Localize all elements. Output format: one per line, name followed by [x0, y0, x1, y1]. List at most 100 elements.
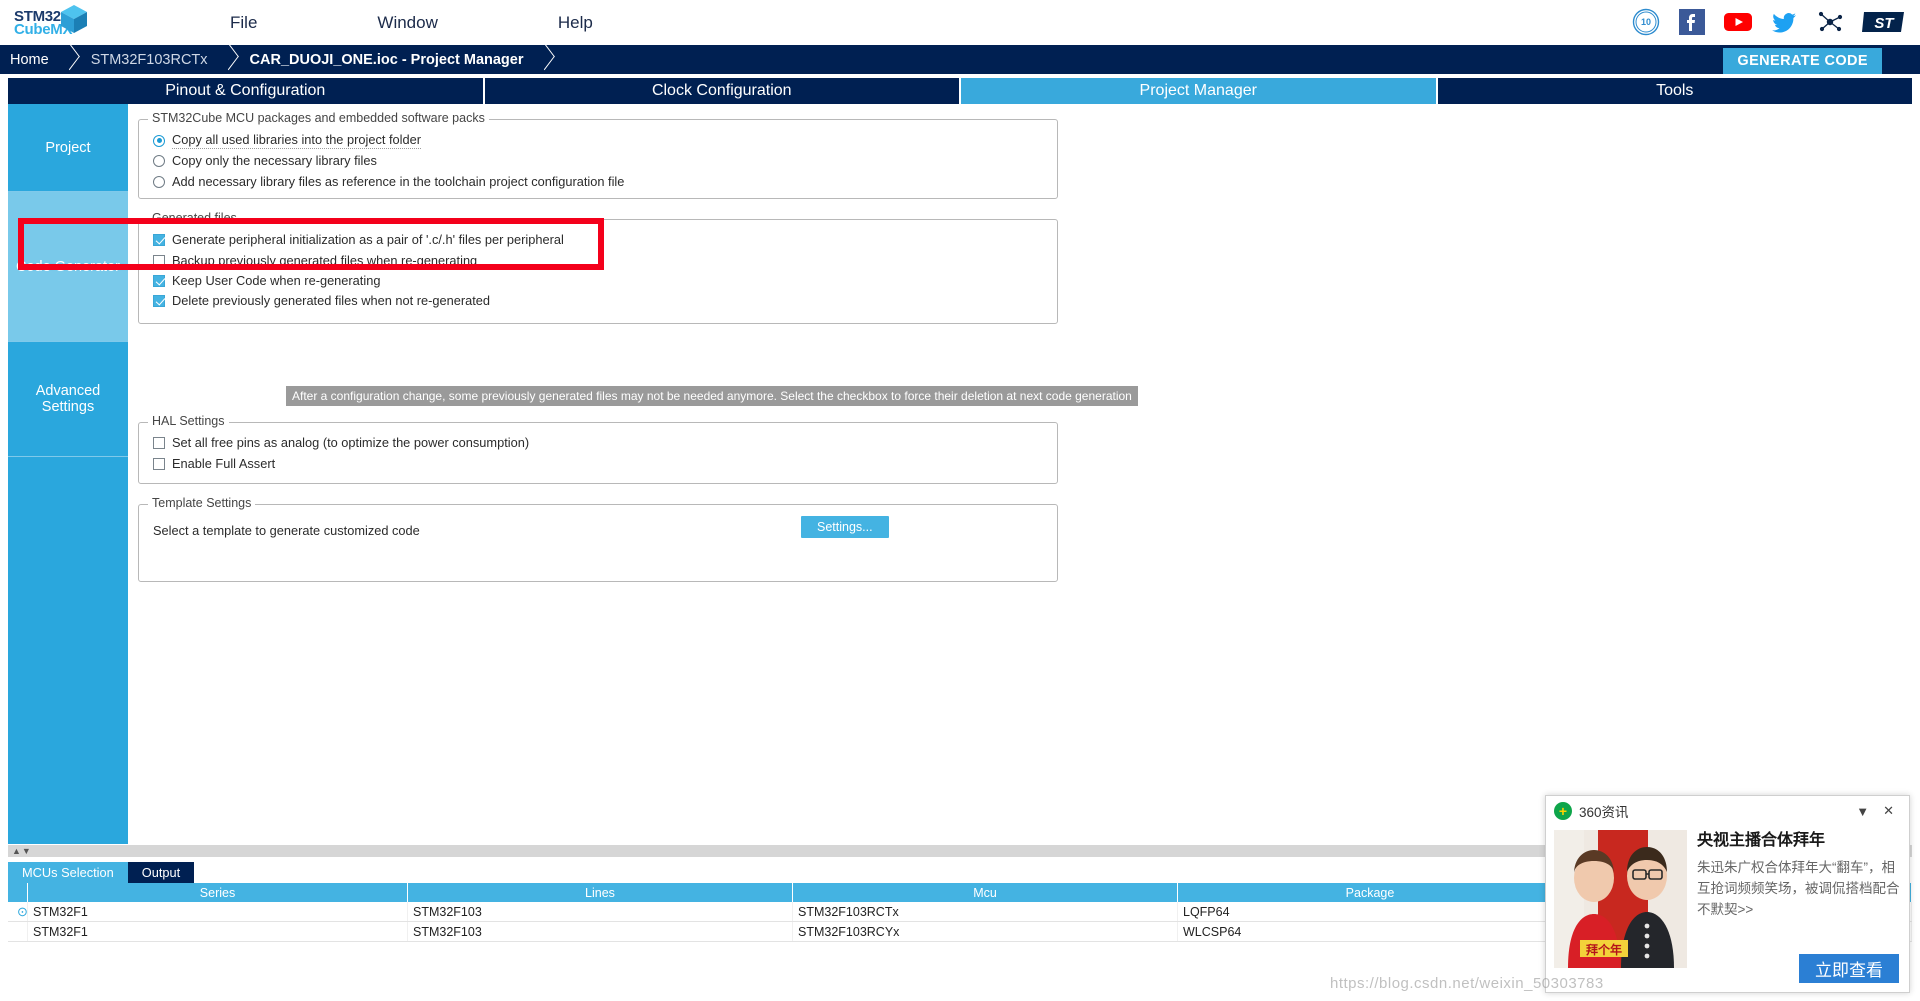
tab-project-manager[interactable]: Project Manager [961, 78, 1438, 104]
breadcrumb: Home STM32F103RCTx CAR_DUOJI_ONE.ioc - P… [0, 45, 1920, 74]
stm32cubemx-window: STM32 CubeMX File Window Help 10 ST Home… [0, 0, 1920, 1001]
360-news-popup: + 360资讯 ▼ ✕ 拜个年 央视主播合体拜年 朱迅朱广权合体拜年大“翻车”，… [1545, 795, 1910, 993]
radio-indicator-off [153, 154, 165, 167]
checkbox-delete-generated-files-label: Delete previously generated files when n… [172, 293, 490, 308]
svg-text:ST: ST [1874, 15, 1895, 32]
checkbox-indicator-unchecked [153, 254, 165, 267]
checkbox-indicator-unchecked [153, 457, 165, 470]
sidebar-item-advanced-settings[interactable]: Advanced Settings [8, 342, 128, 457]
ten-years-badge-icon[interactable]: 10 [1630, 6, 1662, 38]
ad-headline[interactable]: 央视主播合体拜年 [1697, 830, 1901, 852]
menu-file[interactable]: File [230, 13, 257, 33]
tab-clock-configuration[interactable]: Clock Configuration [484, 78, 961, 104]
app-logo: STM32 CubeMX [10, 2, 90, 44]
radio-copy-necessary-libraries-label: Copy only the necessary library files [172, 153, 377, 168]
project-manager-sidebar: Project Code Generator Advanced Settings [8, 104, 128, 844]
sidebar-filler [8, 457, 128, 842]
group-hal-settings-title: HAL Settings [148, 414, 229, 428]
menu-help[interactable]: Help [558, 13, 593, 33]
community-network-icon[interactable] [1814, 6, 1846, 38]
ad-text-block: 央视主播合体拜年 朱迅朱广权合体拜年大“翻车”，相互抢词频频笑场，被调侃搭档配合… [1687, 830, 1901, 968]
group-mcu-packages-title: STM32Cube MCU packages and embedded soft… [148, 111, 489, 125]
tab-mcus-selection[interactable]: MCUs Selection [8, 862, 128, 883]
table-header-series[interactable]: Series [28, 883, 408, 902]
breadcrumb-mcu[interactable]: STM32F103RCTx [81, 52, 218, 68]
popup-header: + 360资讯 ▼ ✕ [1546, 796, 1909, 826]
table-header-lines[interactable]: Lines [408, 883, 793, 902]
main-tabs: Pinout & Configuration Clock Configurati… [8, 78, 1912, 104]
checkbox-indicator-unchecked [153, 436, 165, 449]
radio-indicator-on [153, 134, 165, 147]
checkbox-backup-generated-files[interactable]: Backup previously generated files when r… [153, 253, 477, 268]
checkbox-set-free-pins-analog-label: Set all free pins as analog (to optimize… [172, 435, 530, 450]
checkbox-indicator-checked [153, 274, 165, 287]
popup-body: 拜个年 央视主播合体拜年 朱迅朱广权合体拜年大“翻车”，相互抢词频频笑场，被调侃… [1546, 826, 1909, 968]
chevron-right-icon [218, 45, 240, 74]
facebook-icon[interactable] [1676, 6, 1708, 38]
group-generated-files-title: Generated files [148, 211, 241, 225]
selected-check-icon: ⊙ [17, 903, 28, 919]
group-hal-settings: HAL Settings Set all free pins as analog… [138, 414, 1058, 484]
cell-package: LQFP64 [1178, 902, 1563, 921]
menu-items: File Window Help [230, 0, 593, 45]
checkbox-generate-peripheral-init[interactable]: Generate peripheral initialization as a … [153, 232, 564, 247]
table-header-select [8, 883, 28, 902]
checkbox-enable-full-assert-label: Enable Full Assert [172, 456, 276, 471]
tab-output[interactable]: Output [127, 862, 195, 883]
breadcrumb-home[interactable]: Home [0, 52, 59, 68]
radio-add-library-reference[interactable]: Add necessary library files as reference… [153, 174, 624, 189]
popup-title: 360资讯 [1579, 805, 1629, 820]
checkbox-enable-full-assert[interactable]: Enable Full Assert [153, 456, 275, 471]
cell-package: WLCSP64 [1178, 922, 1563, 941]
cell-series: STM32F1 [28, 922, 408, 941]
menu-bar: STM32 CubeMX File Window Help 10 ST [0, 0, 1920, 45]
checkbox-indicator-checked [153, 294, 165, 307]
splitter-arrows-icon[interactable]: ▲▼ [12, 846, 32, 856]
group-generated-files: Generated files Generate peripheral init… [138, 211, 1058, 324]
radio-add-library-reference-label: Add necessary library files as reference… [172, 174, 625, 189]
checkbox-backup-generated-files-label: Backup previously generated files when r… [172, 253, 478, 268]
st-logo-icon[interactable]: ST [1860, 6, 1908, 38]
table-header-package[interactable]: Package [1178, 883, 1563, 902]
chevron-down-icon[interactable]: ▼ [1849, 804, 1876, 819]
youtube-icon[interactable] [1722, 6, 1754, 38]
table-header-mcu[interactable]: Mcu [793, 883, 1178, 902]
checkbox-set-free-pins-analog[interactable]: Set all free pins as analog (to optimize… [153, 435, 529, 450]
checkbox-delete-generated-files[interactable]: Delete previously generated files when n… [153, 293, 490, 308]
delete-generated-files-tooltip: After a configuration change, some previ… [286, 386, 1138, 406]
svg-text:10: 10 [1641, 17, 1651, 27]
menu-window[interactable]: Window [377, 13, 437, 33]
checkbox-keep-user-code[interactable]: Keep User Code when re-generating [153, 273, 380, 288]
code-generator-panel: STM32Cube MCU packages and embedded soft… [128, 104, 1912, 844]
radio-copy-all-libraries-label: Copy all used libraries into the project… [172, 132, 421, 149]
ad-view-now-button[interactable]: 立即查看 [1799, 954, 1899, 983]
watermark-text: https://blog.csdn.net/weixin_50303783 [1330, 975, 1604, 992]
template-settings-button[interactable]: Settings... [801, 516, 889, 538]
group-template-settings-title: Template Settings [148, 496, 256, 510]
tab-tools[interactable]: Tools [1437, 78, 1912, 104]
radio-copy-necessary-libraries[interactable]: Copy only the necessary library files [153, 153, 377, 168]
group-template-settings: Template Settings Select a template to g… [138, 496, 1058, 582]
ad-description: 朱迅朱广权合体拜年大“翻车”，相互抢词频频笑场，被调侃搭档配合不默契>> [1697, 860, 1900, 917]
checkbox-indicator-checked [153, 233, 165, 246]
cell-mcu: STM32F103RCYx [793, 922, 1178, 941]
row-select-indicator[interactable]: ⊙ [8, 902, 28, 921]
sidebar-item-project[interactable]: Project [8, 104, 128, 192]
checkbox-generate-peripheral-init-label: Generate peripheral initialization as a … [172, 232, 564, 247]
social-links: 10 ST [1630, 6, 1908, 38]
chevron-right-icon [59, 45, 81, 74]
cell-lines: STM32F103 [408, 902, 793, 921]
row-select-indicator[interactable] [8, 922, 28, 941]
twitter-icon[interactable] [1768, 6, 1800, 38]
checkbox-keep-user-code-label: Keep User Code when re-generating [172, 273, 381, 288]
close-icon[interactable]: ✕ [1876, 803, 1901, 819]
radio-copy-all-libraries[interactable]: Copy all used libraries into the project… [153, 132, 421, 149]
generate-code-button[interactable]: GENERATE CODE [1723, 48, 1882, 74]
cell-lines: STM32F103 [408, 922, 793, 941]
svg-text:拜个年: 拜个年 [1586, 942, 1622, 957]
sidebar-item-code-generator[interactable]: Code Generator [8, 192, 128, 342]
bottom-tabs: MCUs Selection Output [8, 862, 195, 883]
tab-pinout-configuration[interactable]: Pinout & Configuration [8, 78, 485, 104]
ad-thumbnail-image[interactable]: 拜个年 [1554, 830, 1687, 968]
breadcrumb-current: CAR_DUOJI_ONE.ioc - Project Manager [249, 51, 524, 68]
